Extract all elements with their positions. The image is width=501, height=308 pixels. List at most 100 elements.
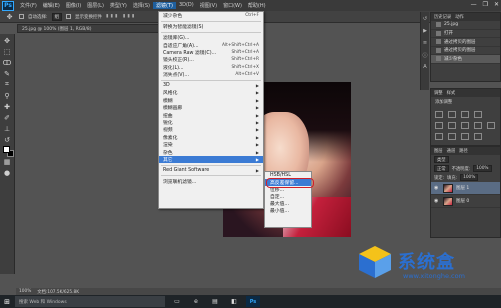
lasso-icon[interactable]: ↀ: [2, 58, 13, 67]
zoom-level[interactable]: 100%: [19, 289, 31, 294]
store-icon[interactable]: ◧: [227, 296, 241, 307]
info-panel-icon[interactable]: ⓘ: [422, 52, 428, 59]
gradient-map-icon[interactable]: [474, 133, 482, 140]
filter-menu-item[interactable]: 减少杂色 Ctrl+F: [159, 12, 263, 19]
filter-menu-item[interactable]: 锐化 ▶: [159, 119, 263, 126]
photoshop-taskbar-icon[interactable]: Ps: [246, 296, 260, 307]
filter-menu-item[interactable]: 3D ▶: [159, 82, 263, 89]
show-transform-checkbox[interactable]: [66, 14, 72, 19]
task-view-icon[interactable]: ▭: [170, 296, 184, 307]
move-tool-icon[interactable]: ✥: [4, 12, 15, 21]
tab-layers[interactable]: 图层: [434, 148, 443, 154]
tab-paths[interactable]: 路径: [459, 148, 468, 154]
menu-item[interactable]: 图像(I): [63, 2, 84, 9]
menu-item[interactable]: 文件(F): [17, 2, 40, 9]
taskbar-search-box[interactable]: 搜索 Web 和 Windows: [15, 296, 165, 307]
fill-field[interactable]: 100%: [460, 174, 479, 181]
visibility-eye-icon[interactable]: ◉: [434, 185, 440, 191]
vibrance-icon[interactable]: [435, 122, 443, 129]
filter-menu-item[interactable]: 模糊画廊 ▶: [159, 104, 263, 111]
filter-menu-item[interactable]: 滤镜库(G)...: [159, 34, 263, 41]
tab-actions[interactable]: 动作: [455, 14, 464, 20]
tab-history[interactable]: 历史记录: [434, 14, 451, 20]
filter-menu-item[interactable]: 浏览联机滤镜...: [159, 178, 263, 185]
submenu-item[interactable]: 自定...: [265, 193, 311, 200]
posterize-icon[interactable]: [448, 133, 456, 140]
history-brush-icon[interactable]: ↺: [2, 135, 13, 144]
submenu-item[interactable]: 最大值...: [265, 200, 311, 207]
gradient-icon[interactable]: ▦: [2, 157, 13, 166]
healing-brush-icon[interactable]: ✚: [2, 102, 13, 111]
blend-mode-dropdown[interactable]: 正常: [434, 165, 449, 172]
color-balance-icon[interactable]: [461, 122, 469, 129]
menu-item[interactable]: 图层(L): [84, 2, 107, 9]
filter-menu-item[interactable]: 镜头校正(R)... Shift+Ctrl+R: [159, 56, 263, 63]
menu-item[interactable]: 帮助(H): [245, 2, 269, 9]
menu-item[interactable]: 滤镜(T): [152, 2, 176, 9]
filter-menu-item[interactable]: 消失点(V)... Alt+Ctrl+V: [159, 71, 263, 78]
hue-saturation-icon[interactable]: [448, 122, 456, 129]
menu-item[interactable]: 选择(S): [130, 2, 153, 9]
history-item[interactable]: 通过拷贝的图层: [431, 47, 500, 55]
visibility-eye-icon[interactable]: ◉: [434, 198, 440, 204]
auto-select-dropdown[interactable]: 组: [51, 12, 63, 21]
filter-menu-item[interactable]: 自适应广角(A)... Alt+Shift+Ctrl+A: [159, 41, 263, 49]
character-panel-icon[interactable]: A: [422, 64, 428, 70]
close-icon[interactable]: ✕: [494, 1, 499, 8]
levels-icon[interactable]: [448, 111, 456, 118]
invert-icon[interactable]: [435, 133, 443, 140]
properties-panel-icon[interactable]: ≡: [422, 40, 428, 46]
align-icons[interactable]: ▮▮▮ ▮▮▮: [106, 14, 136, 19]
history-item[interactable]: 通过拷贝的图层: [431, 38, 500, 47]
opacity-field[interactable]: 100%: [473, 165, 492, 172]
file-explorer-icon[interactable]: ▤: [208, 296, 222, 307]
menu-item[interactable]: 编辑(E): [40, 2, 63, 9]
quick-select-icon[interactable]: ✎: [2, 69, 13, 78]
blur-icon[interactable]: ●: [2, 168, 13, 177]
photo-filter-icon[interactable]: [487, 122, 495, 129]
marquee-icon[interactable]: ⬚: [2, 47, 13, 56]
black-white-icon[interactable]: [474, 122, 482, 129]
filter-menu-item[interactable]: 像素化 ▶: [159, 134, 263, 141]
brush-icon[interactable]: ✐: [2, 113, 13, 122]
crop-icon[interactable]: ⌗: [2, 80, 13, 89]
tab-adjustments[interactable]: 调整: [434, 90, 443, 96]
menu-item[interactable]: 类型(Y): [107, 2, 130, 9]
history-item[interactable]: 打开: [431, 30, 500, 38]
clone-stamp-icon[interactable]: ⊥: [2, 124, 13, 133]
curves-icon[interactable]: [461, 111, 469, 118]
filter-menu-item[interactable]: 其它 ▶: [159, 155, 263, 164]
foreground-color-swatch[interactable]: [3, 146, 10, 153]
filter-menu-item[interactable]: Red Giant Software ▶: [159, 167, 263, 174]
filter-menu-item[interactable]: 模糊 ▶: [159, 97, 263, 104]
filter-menu-item[interactable]: 杂色 ▶: [159, 148, 263, 156]
menu-item[interactable]: 视图(V): [197, 2, 220, 9]
filter-menu-item[interactable]: 液化(L)... Shift+Ctrl+X: [159, 64, 263, 71]
auto-select-checkbox[interactable]: [19, 14, 24, 19]
start-button[interactable]: ⊞: [0, 295, 14, 308]
filter-menu-item[interactable]: Camera Raw 滤镜(C)... Shift+Ctrl+A: [159, 49, 263, 56]
move-icon[interactable]: ✥: [2, 36, 13, 45]
layer-kind-dropdown[interactable]: 类型: [434, 156, 449, 163]
filter-menu-item[interactable]: 渲染 ▶: [159, 141, 263, 148]
menu-item[interactable]: 窗口(W): [220, 2, 245, 9]
filter-menu-item[interactable]: 视频 ▶: [159, 126, 263, 133]
history-item[interactable]: 减少杂色: [431, 55, 500, 64]
submenu-item[interactable]: 最小值...: [265, 207, 311, 214]
history-item[interactable]: 25.jpg: [431, 21, 500, 30]
menu-item[interactable]: 3D(D): [176, 2, 197, 9]
filter-menu-item[interactable]: 转换为智能滤镜(S): [159, 23, 263, 30]
filter-menu-item[interactable]: 扭曲 ▶: [159, 111, 263, 119]
layer-row[interactable]: ◉ 图层 0: [431, 195, 500, 208]
actions-panel-icon[interactable]: ▶: [422, 28, 428, 34]
history-panel-icon[interactable]: ↺: [422, 16, 428, 22]
exposure-icon[interactable]: [474, 111, 482, 118]
document-tab[interactable]: 25.jpg @ 100% (图层 1, RGB/8): [17, 24, 177, 33]
minimize-icon[interactable]: —: [471, 1, 477, 8]
edge-browser-icon[interactable]: e: [189, 296, 203, 307]
layer-row[interactable]: ◉ 图层 1: [431, 182, 500, 195]
tab-styles[interactable]: 样式: [447, 90, 456, 96]
tab-channels[interactable]: 通道: [447, 148, 456, 154]
brightness-icon[interactable]: [435, 111, 443, 118]
restore-icon[interactable]: ❐: [483, 1, 488, 8]
